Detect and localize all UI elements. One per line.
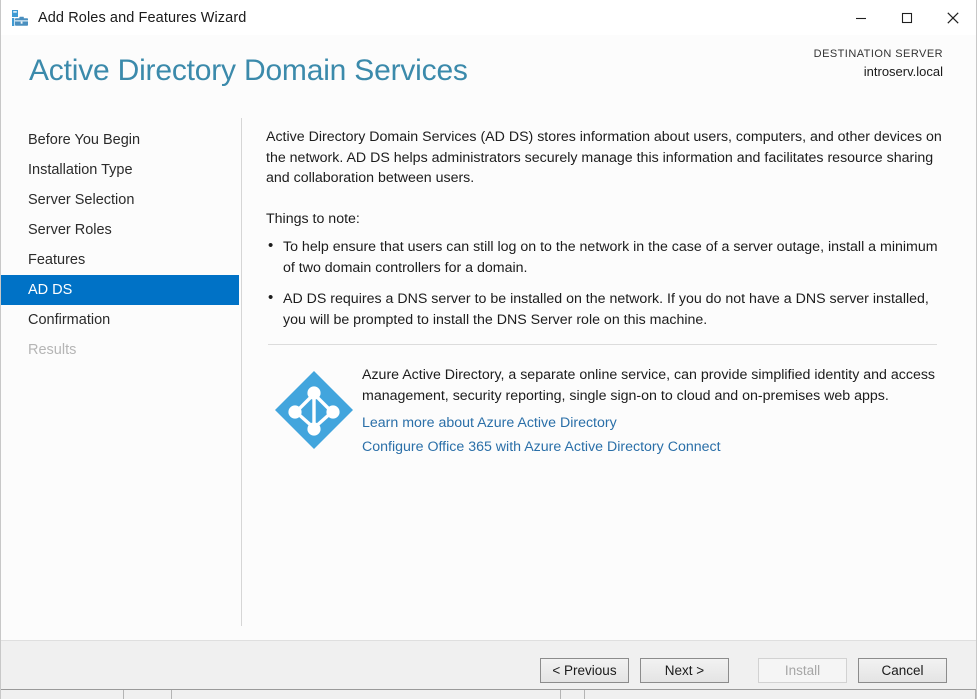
bottom-window-edge-strip (1, 689, 976, 699)
sidebar-item-features[interactable]: Features (1, 245, 239, 275)
wizard-step-navigation: Before You Begin Installation Type Serve… (1, 118, 242, 640)
minimize-icon[interactable] (838, 0, 884, 35)
azure-active-directory-icon (266, 364, 362, 459)
sidebar-item-confirmation[interactable]: Confirmation (1, 305, 239, 335)
sidebar-item-installation-type[interactable]: Installation Type (1, 155, 239, 185)
destination-server-value: introserv.local (863, 63, 943, 79)
wizard-footer-buttons: < Previous Next > Install Cancel (529, 658, 947, 683)
strip-segment (561, 690, 586, 699)
azure-description: Azure Active Directory, a separate onlin… (362, 367, 936, 404)
sidebar-item-server-selection[interactable]: Server Selection (1, 185, 239, 215)
add-roles-features-wizard-window: Add Roles and Features Wizard Active Dir… (0, 0, 977, 699)
section-divider (268, 344, 937, 345)
previous-button[interactable]: < Previous (540, 658, 629, 683)
things-to-note-heading: Things to note: (266, 210, 360, 227)
close-icon[interactable] (930, 0, 976, 35)
azure-ad-promo-block: Azure Active Directory, a separate onlin… (266, 364, 951, 459)
title-bar: Add Roles and Features Wizard (1, 0, 976, 35)
next-button[interactable]: Next > (640, 658, 729, 683)
note-item: AD DS requires a DNS server to be instal… (266, 288, 951, 330)
content-pane: Active Directory Domain Services (AD DS)… (242, 118, 976, 640)
link-learn-more-about-azure-ad[interactable]: Learn more about Azure Active Directory (362, 412, 617, 436)
window-title: Add Roles and Features Wizard (38, 9, 247, 26)
destination-server-label: DESTINATION SERVER (813, 48, 943, 60)
notes-list: To help ensure that users can still log … (266, 236, 951, 330)
maximize-icon[interactable] (884, 0, 930, 35)
body-area: Before You Begin Installation Type Serve… (1, 118, 976, 640)
intro-paragraph: Active Directory Domain Services (AD DS)… (266, 129, 942, 186)
page-header: Active Directory Domain Services DESTINA… (1, 35, 976, 118)
window-controls (838, 0, 976, 35)
sidebar-item-ad-ds[interactable]: AD DS (1, 275, 239, 305)
page-title: Active Directory Domain Services (29, 54, 468, 87)
server-manager-toolbox-icon (11, 9, 29, 27)
install-button: Install (758, 658, 847, 683)
destination-server-block: DESTINATION SERVER introserv.local (814, 47, 943, 80)
sidebar-item-results: Results (28, 342, 77, 358)
link-configure-office-365[interactable]: Configure Office 365 with Azure Active D… (362, 436, 721, 460)
sidebar-item-server-roles[interactable]: Server Roles (1, 215, 239, 245)
cancel-button[interactable]: Cancel (858, 658, 947, 683)
note-item: To help ensure that users can still log … (266, 236, 951, 278)
strip-segment (172, 690, 561, 699)
sidebar-item-before-you-begin[interactable]: Before You Begin (1, 125, 239, 155)
strip-segment (585, 690, 976, 699)
azure-text-column: Azure Active Directory, a separate onlin… (362, 364, 951, 459)
strip-segment (1, 690, 124, 699)
strip-segment (124, 690, 173, 699)
